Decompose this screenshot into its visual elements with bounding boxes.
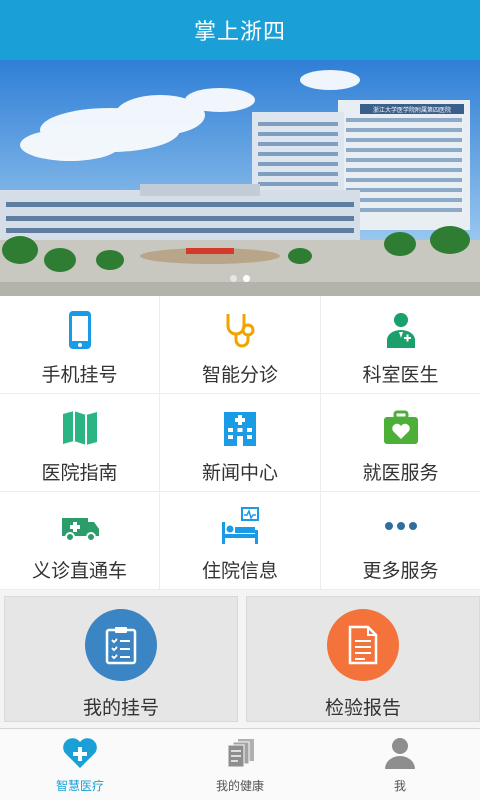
more-dots-icon xyxy=(381,506,421,546)
ambulance-icon xyxy=(60,506,100,546)
grid-item-clinic-bus[interactable]: 义诊直通车 xyxy=(0,492,160,590)
tab-label: 智慧医疗 xyxy=(55,779,104,793)
tab-me[interactable]: 我 xyxy=(320,729,480,800)
grid-item-mobile-registration[interactable]: 手机挂号 xyxy=(0,296,160,394)
hospital-bed-icon xyxy=(220,506,260,546)
grid-item-hospital-guide[interactable]: 医院指南 xyxy=(0,394,160,492)
my-registration-card[interactable]: 我的挂号 xyxy=(4,596,238,722)
clipboard-icon xyxy=(85,609,157,681)
grid-item-smart-triage[interactable]: 智能分诊 xyxy=(160,296,321,394)
hospital-banner[interactable]: 浙江大学医学院附属第四医院 xyxy=(0,60,480,296)
phone-icon xyxy=(60,310,100,350)
lab-report-label: 检验报告 xyxy=(324,697,401,719)
carousel-dot[interactable] xyxy=(230,275,237,282)
document-icon xyxy=(327,609,399,681)
grid-item-label: 就医服务 xyxy=(362,462,439,484)
heart-plus-icon xyxy=(60,737,100,773)
carousel-indicator xyxy=(0,275,480,282)
grid-item-news-center[interactable]: 新闻中心 xyxy=(160,394,321,492)
grid-item-label: 新闻中心 xyxy=(201,462,278,484)
hospital-photo: 浙江大学医学院附属第四医院 xyxy=(0,60,480,296)
user-icon xyxy=(380,737,420,773)
app-title: 掌上浙四 xyxy=(193,20,286,45)
grid-item-label: 智能分诊 xyxy=(201,364,278,386)
files-icon xyxy=(220,737,260,773)
grid-item-label: 科室医生 xyxy=(362,364,439,386)
grid-item-label: 更多服务 xyxy=(362,560,439,582)
carousel-dot-active[interactable] xyxy=(243,275,250,282)
hospital-sign-text: 浙江大学医学院附属第四医院 xyxy=(373,106,451,114)
doctor-icon xyxy=(381,310,421,350)
tab-label: 我 xyxy=(393,779,406,793)
bottom-tab-bar: 智慧医疗 我的健康 我 xyxy=(0,728,480,800)
lab-report-card[interactable]: 检验报告 xyxy=(246,596,480,722)
grid-item-more-services[interactable]: 更多服务 xyxy=(321,492,480,590)
grid-item-label: 医院指南 xyxy=(41,462,118,484)
medical-kit-icon xyxy=(381,408,421,448)
grid-item-medical-service[interactable]: 就医服务 xyxy=(321,394,480,492)
grid-item-inpatient-info[interactable]: 住院信息 xyxy=(160,492,321,590)
map-icon xyxy=(60,408,100,448)
tab-smart-medical[interactable]: 智慧医疗 xyxy=(0,729,160,800)
app-header: 掌上浙四 xyxy=(0,0,480,60)
hospital-building-icon xyxy=(220,408,260,448)
grid-item-label: 义诊直通车 xyxy=(31,560,127,582)
tab-label: 我的健康 xyxy=(215,779,264,793)
quick-cards: 我的挂号 检验报告 xyxy=(0,590,480,728)
stethoscope-icon xyxy=(220,310,260,350)
my-registration-label: 我的挂号 xyxy=(82,697,159,719)
grid-item-label: 手机挂号 xyxy=(41,364,118,386)
grid-item-label: 住院信息 xyxy=(201,560,278,582)
service-grid: 手机挂号 智能分诊 科室医生 医院指南 新闻中心 就医服务 义诊直通车 住院信息… xyxy=(0,296,480,590)
grid-item-department-doctor[interactable]: 科室医生 xyxy=(321,296,480,394)
tab-my-health[interactable]: 我的健康 xyxy=(160,729,320,800)
